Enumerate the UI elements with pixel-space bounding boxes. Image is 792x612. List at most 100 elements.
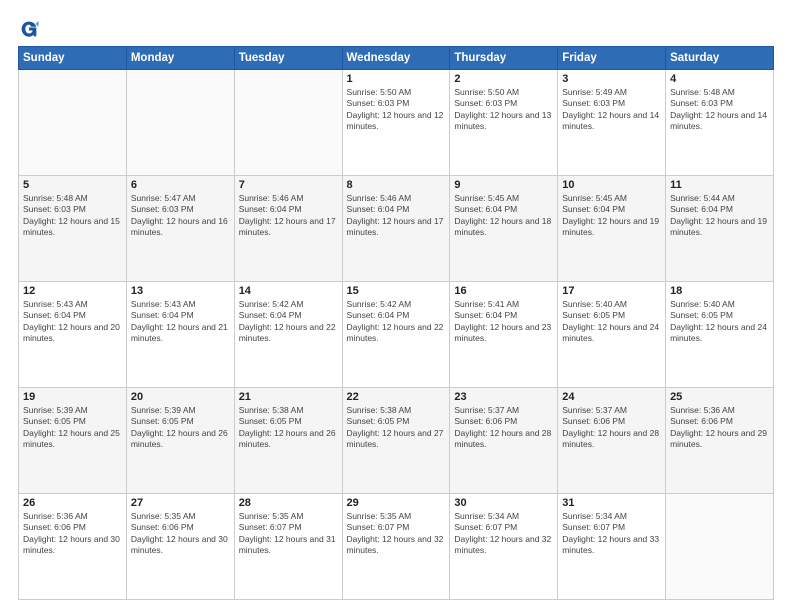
day-number: 26 [23,497,122,509]
day-number: 19 [23,391,122,403]
weekday-header-sunday: Sunday [19,47,127,70]
day-number: 28 [239,497,338,509]
day-number: 17 [562,285,661,297]
day-info: Sunrise: 5:34 AMSunset: 6:07 PMDaylight:… [562,511,661,557]
day-cell: 12 Sunrise: 5:43 AMSunset: 6:04 PMDayligh… [19,282,127,388]
day-cell: 29Sunrise: 5:35 AMSunset: 6:07 PMDayligh… [342,494,450,600]
day-cell: 13 Sunrise: 5:43 AMSunset: 6:04 PMDayligh… [126,282,234,388]
day-cell: 14 Sunrise: 5:42 AMSunset: 6:04 PMDayligh… [234,282,342,388]
weekday-header-thursday: Thursday [450,47,558,70]
day-number: 14 [239,285,338,297]
week-row-3: 12 Sunrise: 5:43 AMSunset: 6:04 PMDayligh… [19,282,774,388]
day-number: 2 [454,73,553,85]
day-info: Sunrise: 5:38 AMSunset: 6:05 PMDaylight:… [347,405,446,451]
day-info: Sunrise: 5:45 AMSunset: 6:04 PMDaylight:… [454,193,553,239]
day-number: 23 [454,391,553,403]
day-number: 3 [562,73,661,85]
day-number: 31 [562,497,661,509]
day-cell: 15 Sunrise: 5:42 AMSunset: 6:04 PMDayligh… [342,282,450,388]
day-number: 18 [670,285,769,297]
day-cell: 21 Sunrise: 5:38 AMSunset: 6:05 PMDayligh… [234,388,342,494]
day-number: 15 [347,285,446,297]
day-info: Sunrise: 5:44 AMSunset: 6:04 PMDaylight:… [670,193,769,239]
day-cell: 9 Sunrise: 5:45 AMSunset: 6:04 PMDaylight… [450,176,558,282]
day-info: Sunrise: 5:42 AMSunset: 6:04 PMDaylight:… [347,299,446,345]
day-number: 22 [347,391,446,403]
day-cell: 25 Sunrise: 5:36 AMSunset: 6:06 PMDayligh… [666,388,774,494]
day-number: 4 [670,73,769,85]
day-info: Sunrise: 5:42 AMSunset: 6:04 PMDaylight:… [239,299,338,345]
day-number: 27 [131,497,230,509]
weekday-header-saturday: Saturday [666,47,774,70]
weekday-header-wednesday: Wednesday [342,47,450,70]
day-number: 16 [454,285,553,297]
day-info: Sunrise: 5:34 AMSunset: 6:07 PMDaylight:… [454,511,553,557]
header [18,18,774,40]
day-number: 6 [131,179,230,191]
day-cell: 17 Sunrise: 5:40 AMSunset: 6:05 PMDayligh… [558,282,666,388]
day-cell: 24Sunrise: 5:37 AMSunset: 6:06 PMDayligh… [558,388,666,494]
day-info: Sunrise: 5:47 AMSunset: 6:03 PMDaylight:… [131,193,230,239]
day-info: Sunrise: 5:43 AMSunset: 6:04 PMDaylight:… [23,299,122,345]
day-cell: 23 Sunrise: 5:37 AMSunset: 6:06 PMDayligh… [450,388,558,494]
day-info: Sunrise: 5:36 AMSunset: 6:06 PMDaylight:… [23,511,122,557]
weekday-header-tuesday: Tuesday [234,47,342,70]
day-info: Sunrise: 5:48 AMSunset: 6:03 PMDaylight:… [23,193,122,239]
day-info: Sunrise: 5:40 AMSunset: 6:05 PMDaylight:… [670,299,769,345]
day-cell: 8 Sunrise: 5:46 AMSunset: 6:04 PMDaylight… [342,176,450,282]
day-info: Sunrise: 5:40 AMSunset: 6:05 PMDaylight:… [562,299,661,345]
day-cell: 4 Sunrise: 5:48 AMSunset: 6:03 PMDaylight… [666,70,774,176]
day-cell: 27 Sunrise: 5:35 AMSunset: 6:06 PMDayligh… [126,494,234,600]
day-number: 20 [131,391,230,403]
day-cell [19,70,127,176]
page: SundayMondayTuesdayWednesdayThursdayFrid… [0,0,792,612]
day-cell: 22 Sunrise: 5:38 AMSunset: 6:05 PMDayligh… [342,388,450,494]
day-info: Sunrise: 5:43 AMSunset: 6:04 PMDaylight:… [131,299,230,345]
day-cell: 18 Sunrise: 5:40 AMSunset: 6:05 PMDayligh… [666,282,774,388]
day-info: Sunrise: 5:37 AMSunset: 6:06 PMDaylight:… [454,405,553,451]
day-cell: 6 Sunrise: 5:47 AMSunset: 6:03 PMDaylight… [126,176,234,282]
day-cell: 19 Sunrise: 5:39 AMSunset: 6:05 PMDayligh… [19,388,127,494]
day-info: Sunrise: 5:41 AMSunset: 6:04 PMDaylight:… [454,299,553,345]
day-info: Sunrise: 5:50 AMSunset: 6:03 PMDaylight:… [454,87,553,133]
weekday-header-friday: Friday [558,47,666,70]
day-number: 11 [670,179,769,191]
day-number: 13 [131,285,230,297]
day-number: 24 [562,391,661,403]
day-number: 21 [239,391,338,403]
day-info: Sunrise: 5:49 AMSunset: 6:03 PMDaylight:… [562,87,661,133]
day-cell: 2 Sunrise: 5:50 AMSunset: 6:03 PMDaylight… [450,70,558,176]
week-row-5: 26 Sunrise: 5:36 AMSunset: 6:06 PMDayligh… [19,494,774,600]
day-info: Sunrise: 5:46 AMSunset: 6:04 PMDaylight:… [347,193,446,239]
calendar-table: SundayMondayTuesdayWednesdayThursdayFrid… [18,46,774,600]
day-cell [234,70,342,176]
day-info: Sunrise: 5:38 AMSunset: 6:05 PMDaylight:… [239,405,338,451]
day-info: Sunrise: 5:36 AMSunset: 6:06 PMDaylight:… [670,405,769,451]
day-info: Sunrise: 5:48 AMSunset: 6:03 PMDaylight:… [670,87,769,133]
day-info: Sunrise: 5:35 AMSunset: 6:06 PMDaylight:… [131,511,230,557]
day-number: 25 [670,391,769,403]
day-cell: 26 Sunrise: 5:36 AMSunset: 6:06 PMDayligh… [19,494,127,600]
day-cell: 1 Sunrise: 5:50 AMSunset: 6:03 PMDaylight… [342,70,450,176]
day-cell: 16 Sunrise: 5:41 AMSunset: 6:04 PMDayligh… [450,282,558,388]
day-number: 1 [347,73,446,85]
day-info: Sunrise: 5:35 AMSunset: 6:07 PMDaylight:… [347,511,446,557]
day-number: 9 [454,179,553,191]
logo [18,18,44,40]
day-number: 7 [239,179,338,191]
day-cell [126,70,234,176]
weekday-header-monday: Monday [126,47,234,70]
day-cell: 20Sunrise: 5:39 AMSunset: 6:05 PMDayligh… [126,388,234,494]
day-info: Sunrise: 5:45 AMSunset: 6:04 PMDaylight:… [562,193,661,239]
day-cell: 7Sunrise: 5:46 AMSunset: 6:04 PMDaylight… [234,176,342,282]
day-number: 8 [347,179,446,191]
day-number: 10 [562,179,661,191]
day-number: 5 [23,179,122,191]
day-info: Sunrise: 5:50 AMSunset: 6:03 PMDaylight:… [347,87,446,133]
day-number: 30 [454,497,553,509]
day-number: 12 [23,285,122,297]
day-cell: 11 Sunrise: 5:44 AMSunset: 6:04 PMDayligh… [666,176,774,282]
day-info: Sunrise: 5:39 AMSunset: 6:05 PMDaylight:… [23,405,122,451]
day-cell: 28Sunrise: 5:35 AMSunset: 6:07 PMDayligh… [234,494,342,600]
week-row-4: 19 Sunrise: 5:39 AMSunset: 6:05 PMDayligh… [19,388,774,494]
